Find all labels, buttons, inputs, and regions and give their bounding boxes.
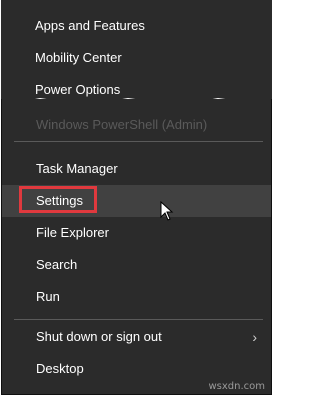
menu-item-file-explorer[interactable]: File Explorer	[2, 217, 271, 249]
menu-divider	[14, 141, 263, 142]
mouse-pointer-icon	[160, 201, 174, 221]
menu-item-apps-and-features[interactable]: Apps and Features	[1, 10, 272, 42]
context-menu-screenshot: Apps and Features Mobility Center Power …	[0, 0, 273, 396]
menu-top-fragment: Apps and Features Mobility Center Power …	[1, 0, 272, 110]
menu-item-task-manager[interactable]: Task Manager	[2, 153, 271, 185]
menu-item-label: Settings	[36, 193, 83, 208]
menu-divider	[14, 319, 263, 320]
menu-item-label: Power Options	[35, 82, 121, 97]
menu-item-windows-powershell-admin: Windows PowerShell (Admin)	[36, 117, 208, 132]
menu-item-shut-down-or-sign-out[interactable]: Shut down or sign out ›	[2, 321, 271, 353]
chevron-right-icon: ›	[252, 329, 257, 345]
menu-item-label: Run	[36, 289, 60, 304]
menu-item-label: Task Manager	[36, 161, 118, 176]
menu-item-mobility-center[interactable]: Mobility Center	[1, 42, 272, 74]
menu-item-label: Mobility Center	[35, 50, 122, 65]
menu-item-settings[interactable]: Settings	[2, 185, 271, 217]
menu-item-label: Shut down or sign out	[36, 329, 162, 344]
menu-item-label: Search	[36, 257, 78, 272]
watermark: wsxdn.com	[208, 381, 265, 392]
menu-item-search[interactable]: Search	[2, 249, 271, 281]
menu-item-label: Apps and Features	[35, 18, 145, 33]
menu-item-label: Desktop	[36, 361, 84, 376]
menu-item-run[interactable]: Run	[2, 281, 271, 313]
menu-item-label: File Explorer	[36, 225, 109, 240]
menu-bottom-fragment: Windows PowerShell (Admin) Task Manager …	[1, 99, 272, 395]
